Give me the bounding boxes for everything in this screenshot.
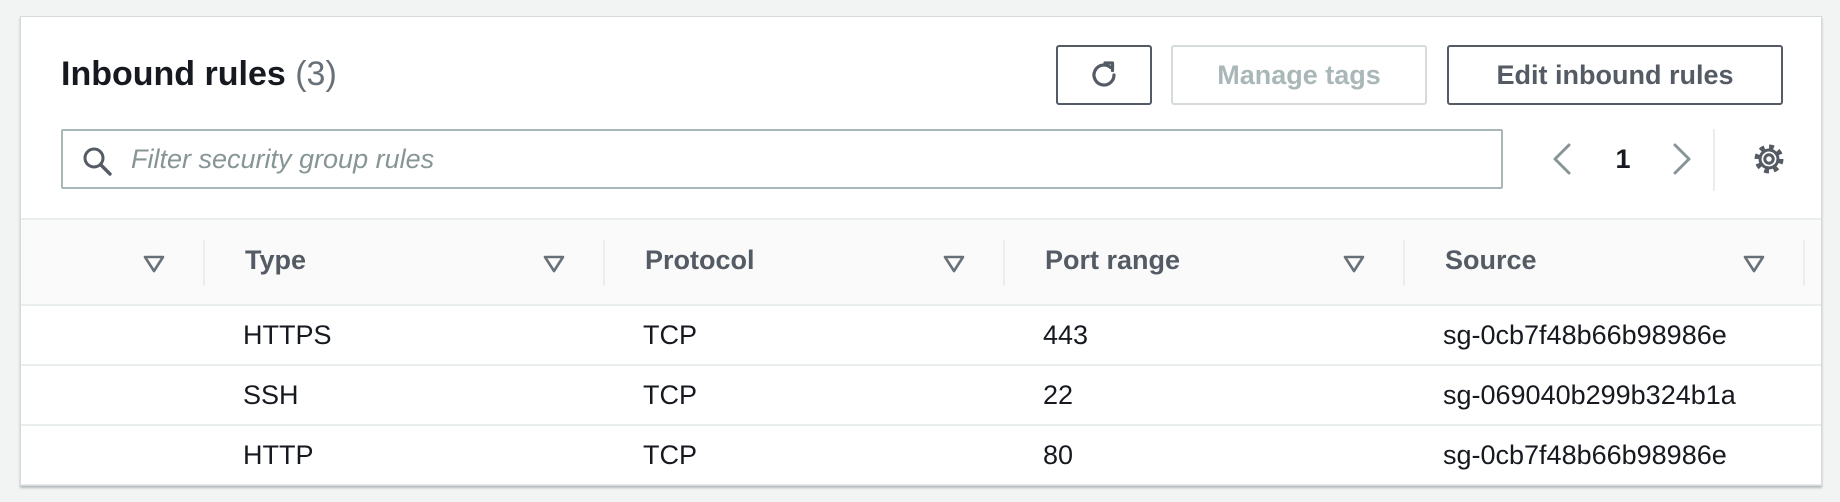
manage-tags-button[interactable]: Manage tags	[1171, 45, 1427, 105]
cell-type: SSH	[243, 380, 299, 410]
column-divider[interactable]	[1403, 240, 1405, 286]
sort-icon[interactable]	[541, 250, 567, 276]
column-divider[interactable]	[1003, 240, 1005, 286]
column-header-type[interactable]: Type	[245, 245, 306, 276]
refresh-button[interactable]	[1056, 45, 1152, 105]
cell-type: HTTPS	[243, 320, 332, 350]
filter-input[interactable]	[131, 137, 1481, 181]
current-page-number[interactable]: 1	[1605, 137, 1641, 181]
cell-protocol: TCP	[643, 320, 697, 350]
sort-icon[interactable]	[941, 250, 967, 276]
cell-port-range: 443	[1043, 320, 1089, 350]
cell-type: HTTP	[243, 440, 314, 470]
cell-source: sg-0cb7f48b66b98986e	[1443, 320, 1727, 350]
sort-icon[interactable]	[1341, 250, 1367, 276]
column-divider[interactable]	[1803, 240, 1805, 286]
cell-port-range: 22	[1043, 380, 1074, 410]
panel-title-text: Inbound rules	[61, 55, 286, 93]
column-header-port-range[interactable]: Port range	[1045, 245, 1180, 276]
column-divider[interactable]	[603, 240, 605, 286]
table-row[interactable]: HTTPS TCP 443 sg-0cb7f48b66b98986e	[21, 306, 1821, 366]
table-header: Type Protocol Port range Source	[21, 220, 1821, 306]
chevron-left-icon	[1553, 143, 1571, 175]
rule-count: (3)	[295, 55, 337, 93]
sort-icon[interactable]	[1741, 250, 1767, 276]
cell-protocol: TCP	[643, 440, 697, 470]
filter-search-box[interactable]	[61, 129, 1503, 189]
cell-port-range: 80	[1043, 440, 1074, 470]
search-icon	[83, 147, 112, 176]
table-row[interactable]: HTTP TCP 80 sg-0cb7f48b66b98986e	[21, 426, 1821, 485]
gear-icon	[1754, 144, 1784, 174]
cell-source: sg-0cb7f48b66b98986e	[1443, 440, 1727, 470]
pagination-divider	[1713, 129, 1715, 191]
column-header-protocol[interactable]: Protocol	[645, 245, 755, 276]
next-page-button[interactable]	[1663, 137, 1699, 181]
previous-page-button[interactable]	[1545, 137, 1581, 181]
sort-icon[interactable]	[141, 250, 167, 276]
edit-inbound-rules-button[interactable]: Edit inbound rules	[1447, 45, 1783, 105]
table-row[interactable]: SSH TCP 22 sg-069040b299b324b1a	[21, 366, 1821, 426]
column-divider[interactable]	[203, 240, 205, 286]
panel-title: Inbound rules (3)	[61, 55, 337, 94]
cell-source: sg-069040b299b324b1a	[1443, 380, 1736, 410]
column-header-source[interactable]: Source	[1445, 245, 1537, 276]
preferences-button[interactable]	[1749, 139, 1789, 179]
refresh-icon	[1092, 61, 1116, 87]
chevron-right-icon	[1673, 143, 1691, 175]
inbound-rules-panel: Inbound rules (3) Manage tags Edit inbou…	[20, 16, 1822, 486]
cell-protocol: TCP	[643, 380, 697, 410]
